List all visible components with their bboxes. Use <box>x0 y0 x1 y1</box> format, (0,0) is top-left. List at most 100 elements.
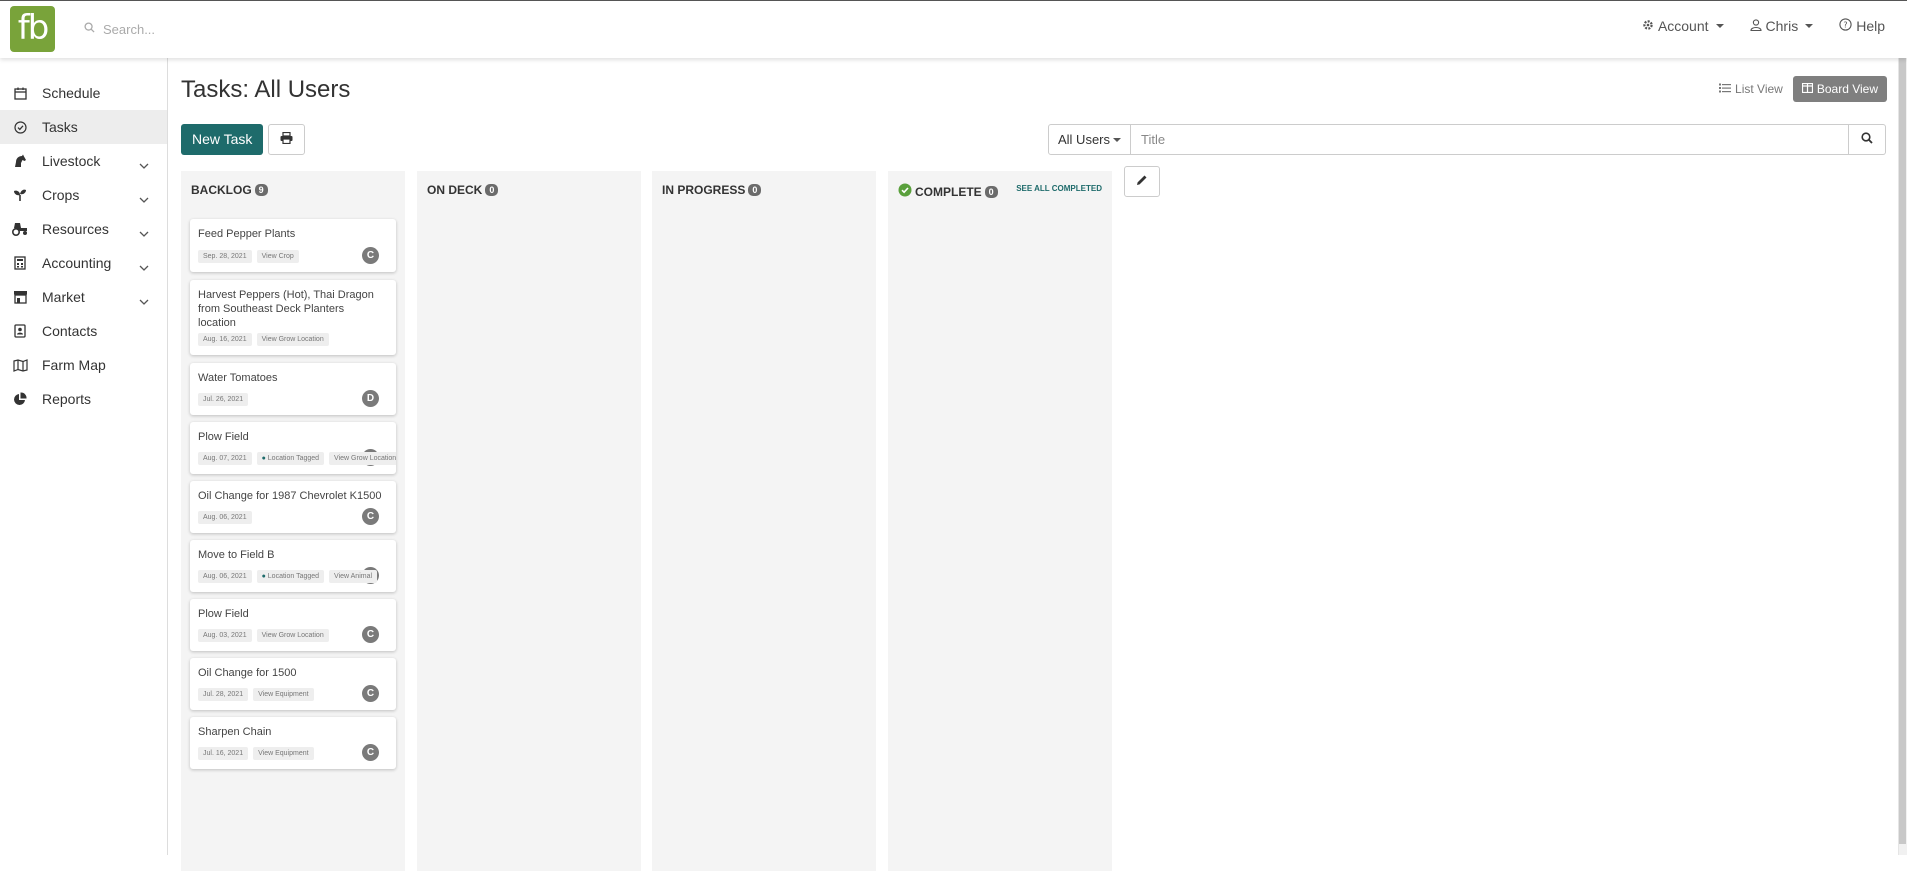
count-badge: 0 <box>485 184 499 196</box>
task-card[interactable]: Sharpen Chain Jul. 16, 2021 View Equipme… <box>190 717 396 769</box>
task-card[interactable]: Move to Field B C Aug. 06, 2021 ● Locati… <box>190 540 396 592</box>
print-icon <box>280 131 293 149</box>
view-link[interactable]: View Crop <box>256 250 299 263</box>
scrollbar-thumb[interactable] <box>1899 14 1906 844</box>
task-tags: Aug. 06, 2021 ● Location Tagged View Ani… <box>198 570 378 583</box>
print-button[interactable] <box>268 124 305 155</box>
task-card[interactable]: Plow Field Aug. 03, 2021 View Grow Locat… <box>190 599 396 651</box>
search-icon <box>1861 131 1873 149</box>
chevron-down-icon <box>139 190 149 206</box>
farmbrite-logo[interactable]: fb <box>10 6 55 52</box>
map-marker-icon: ● <box>261 455 266 462</box>
due-date: Aug. 03, 2021 <box>198 629 252 642</box>
task-tags: Jul. 28, 2021 View Equipment <box>198 688 314 701</box>
sidebar-item-resources[interactable]: Resources <box>0 212 167 246</box>
board-view-button[interactable]: Board View <box>1792 76 1887 102</box>
task-title: Move to Field B <box>198 549 275 561</box>
view-link[interactable]: View Grow Location <box>256 333 329 346</box>
sidebar-item-livestock[interactable]: Livestock <box>0 144 167 178</box>
due-date: Jul. 26, 2021 <box>198 393 249 406</box>
column-on-deck: ON DECK 0 <box>417 171 641 871</box>
pie-chart-icon <box>12 391 28 407</box>
sidebar-item-tasks[interactable]: Tasks <box>0 110 167 144</box>
chevron-down-icon <box>139 292 149 308</box>
column-header: IN PROGRESS 0 <box>662 183 762 197</box>
avatar: C <box>362 508 379 525</box>
avatar: D <box>362 390 379 407</box>
location-tag: ● Location Tagged <box>256 452 325 465</box>
help-label: Help <box>1856 18 1885 34</box>
column-title: IN PROGRESS <box>662 183 746 197</box>
task-title: Harvest Peppers (Hot), Thai Dragon from … <box>198 289 374 329</box>
sidebar-item-label: Resources <box>42 221 109 237</box>
user-icon <box>1749 18 1762 34</box>
avatar: C <box>362 744 379 761</box>
avatar: C <box>362 685 379 702</box>
task-card[interactable]: Water Tomatoes Jul. 26, 2021 D <box>190 363 396 415</box>
sidebar-item-label: Crops <box>42 187 80 203</box>
pencil-icon <box>1136 173 1148 191</box>
help-link[interactable]: ? Help <box>1839 18 1885 34</box>
user-menu[interactable]: Chris <box>1749 18 1814 34</box>
task-tags: Aug. 16, 2021 View Grow Location <box>198 333 329 346</box>
account-menu[interactable]: Account <box>1642 18 1724 34</box>
sidebar-item-accounting[interactable]: Accounting <box>0 246 167 280</box>
view-link[interactable]: View Grow Location <box>329 452 396 465</box>
page-scrollbar[interactable] <box>1898 0 1907 855</box>
view-link[interactable]: View Equipment <box>253 688 314 701</box>
task-filter: All Users <box>1048 124 1886 155</box>
sidebar-item-contacts[interactable]: Contacts <box>0 314 167 348</box>
task-card[interactable]: Feed Pepper Plants Sep. 28, 2021 View Cr… <box>190 219 396 272</box>
task-card[interactable]: Oil Change for 1500 Jul. 28, 2021 View E… <box>190 658 396 710</box>
task-title: Feed Pepper Plants <box>198 228 296 240</box>
task-card[interactable]: Plow Field C Aug. 07, 2021 ● Location Ta… <box>190 422 396 474</box>
task-card[interactable]: Harvest Peppers (Hot), Thai Dragon from … <box>190 280 396 355</box>
task-tags: Aug. 03, 2021 View Grow Location <box>198 629 329 642</box>
column-header: ON DECK 0 <box>427 183 499 197</box>
sidebar-item-label: Contacts <box>42 323 98 339</box>
list-view-button[interactable]: List View <box>1719 76 1783 102</box>
check-circle-icon <box>12 119 28 135</box>
user-filter-select[interactable]: All Users <box>1048 124 1132 155</box>
sidebar-item-label: Livestock <box>42 153 101 169</box>
task-tags: Jul. 16, 2021 View Equipment <box>198 747 314 760</box>
title-filter-input[interactable] <box>1131 124 1849 155</box>
list-icon <box>1719 82 1732 96</box>
new-task-button[interactable]: New Task <box>181 124 264 155</box>
task-title: Plow Field <box>198 431 249 443</box>
chevron-down-icon <box>139 156 149 172</box>
search-input[interactable] <box>103 21 463 37</box>
task-tags: Sep. 28, 2021 View Crop <box>198 250 299 263</box>
due-date: Aug. 16, 2021 <box>198 333 252 346</box>
sidebar: Schedule Tasks Livestock Crops Resources… <box>0 58 168 855</box>
sidebar-item-crops[interactable]: Crops <box>0 178 167 212</box>
edit-columns-button[interactable] <box>1124 166 1160 197</box>
sidebar-item-label: Schedule <box>42 85 101 101</box>
task-card[interactable]: Oil Change for 1987 Chevrolet K1500 Aug.… <box>190 481 396 533</box>
filter-search-button[interactable] <box>1849 124 1886 155</box>
due-date: Jul. 16, 2021 <box>198 747 249 760</box>
sidebar-item-market[interactable]: Market <box>0 280 167 314</box>
sidebar-item-label: Reports <box>42 391 92 407</box>
task-title: Oil Change for 1500 <box>198 667 297 679</box>
sidebar-item-schedule[interactable]: Schedule <box>0 76 167 110</box>
avatar: C <box>362 247 379 264</box>
board-view-label: Board View <box>1816 82 1878 96</box>
caret-down-icon <box>1113 137 1122 142</box>
sidebar-item-label: Accounting <box>42 255 112 271</box>
map-marker-icon: ● <box>261 573 266 580</box>
column-header: BACKLOG 9 <box>191 183 268 197</box>
due-date: Aug. 07, 2021 <box>198 452 252 465</box>
see-all-completed-link[interactable]: SEE ALL COMPLETED <box>1016 184 1102 193</box>
view-link[interactable]: View Animal <box>329 570 378 583</box>
count-badge: 9 <box>254 184 268 196</box>
location-tag-label: Location Tagged <box>267 455 320 462</box>
sidebar-item-farm-map[interactable]: Farm Map <box>0 348 167 382</box>
chevron-down-icon <box>139 258 149 274</box>
column-title: COMPLETE <box>915 184 982 199</box>
view-link[interactable]: View Equipment <box>253 747 314 760</box>
gear-icon <box>1642 18 1654 34</box>
sidebar-item-reports[interactable]: Reports <box>0 382 167 416</box>
task-title: Sharpen Chain <box>198 726 272 738</box>
view-link[interactable]: View Grow Location <box>256 629 329 642</box>
